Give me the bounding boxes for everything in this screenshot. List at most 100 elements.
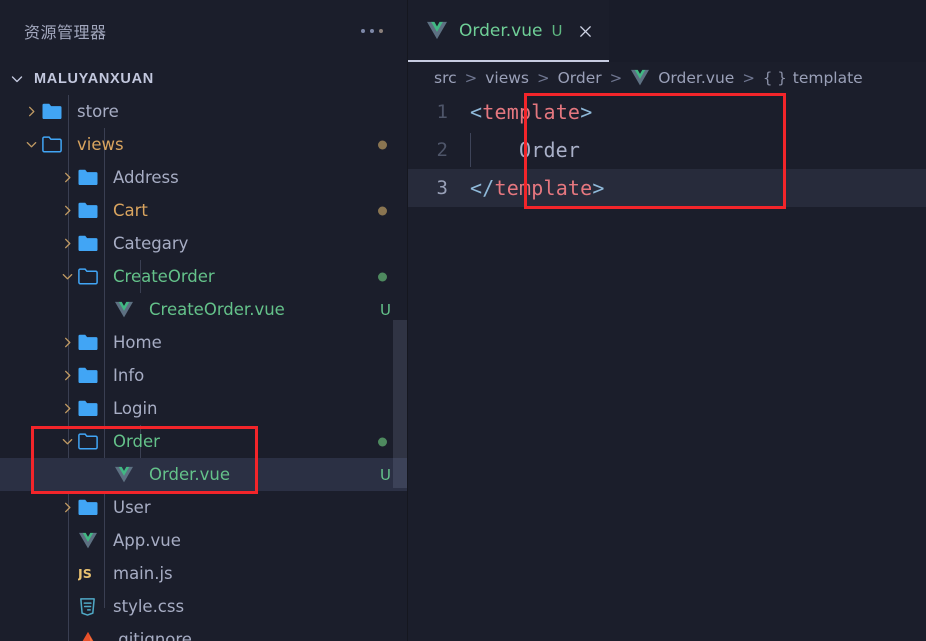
code-line[interactable]: 1 <template> [408, 93, 926, 131]
code-line[interactable]: 3 </template> [408, 169, 926, 207]
git-status-dot [378, 272, 387, 281]
tree-item-label: Info [113, 366, 145, 385]
chevron-down-icon [6, 62, 28, 95]
tree-item-label: views [77, 135, 124, 154]
code-text: </template> [470, 176, 605, 200]
tree-item-createorder[interactable]: CreateOrder [0, 260, 407, 293]
breadcrumb-label: views [485, 68, 529, 87]
tree-item-label: App.vue [113, 531, 181, 550]
folder-icon [78, 425, 104, 458]
tree-item-app-vue[interactable]: App.vue [0, 524, 407, 557]
breadcrumb-label: Order [557, 68, 602, 87]
tree-item-label: store [77, 102, 119, 121]
tree-item-order[interactable]: Order [0, 425, 407, 458]
tree-item-label: .gitignore [113, 630, 192, 641]
chevron-right-icon[interactable] [56, 227, 78, 260]
code-text: <template> [470, 100, 592, 124]
vscode-window: 资源管理器 MALUYANXUAN store views Address Cart C… [0, 0, 926, 641]
breadcrumb-label: template [792, 68, 863, 87]
explorer-title: 资源管理器 [24, 23, 107, 42]
code-indent-guide [470, 133, 471, 167]
vue-file-icon [114, 458, 140, 491]
explorer-sidebar: 资源管理器 MALUYANXUAN store views Address Cart C… [0, 0, 408, 641]
chevron-down-icon[interactable] [56, 260, 78, 293]
folder-icon [78, 392, 104, 425]
code-token: template [482, 100, 581, 124]
breadcrumb-item-order[interactable]: Order [558, 69, 602, 87]
chevron-right-icon[interactable] [20, 95, 42, 128]
tree-item-label: Login [113, 399, 158, 418]
tree-item-order-vue[interactable]: Order.vue U [0, 458, 407, 491]
workspace-root-label: MALUYANXUAN [34, 70, 154, 87]
braces-icon: { } [762, 68, 787, 87]
code-token: < [470, 100, 483, 124]
js-file-icon: JS [78, 557, 104, 590]
chevron-right-icon[interactable] [56, 161, 78, 194]
tab-label: Order.vue [459, 21, 543, 41]
editor-tab-bar: Order.vue U [408, 0, 926, 62]
tree-item-info[interactable]: Info [0, 359, 407, 392]
close-icon[interactable] [575, 21, 595, 41]
vue-icon [426, 21, 448, 41]
tree-item-login[interactable]: Login [0, 392, 407, 425]
tree-item-label: Categary [113, 234, 189, 253]
breadcrumb-item-template[interactable]: { } template [763, 69, 863, 87]
more-actions-icon[interactable] [357, 23, 387, 39]
code-editor[interactable]: 1 <template> 2 Order 3 </template> [408, 93, 926, 641]
breadcrumb-separator: > [609, 68, 623, 87]
code-token: > [592, 176, 605, 200]
chevron-down-icon[interactable] [56, 425, 78, 458]
code-token: </ [470, 176, 495, 200]
breadcrumb-item-views[interactable]: views [485, 69, 529, 87]
folder-icon [42, 95, 68, 128]
code-text: Order [470, 138, 580, 162]
breadcrumb-separator: > [742, 68, 755, 87]
sidebar-scrollbar[interactable] [393, 320, 407, 488]
tree-item-label: Order.vue [149, 465, 230, 484]
tab-order-vue[interactable]: Order.vue U [408, 0, 610, 62]
tab-status-badge: U [551, 22, 563, 40]
chevron-right-icon[interactable] [56, 326, 78, 359]
tree-item-style-css[interactable]: style.css [0, 590, 407, 623]
breadcrumb-item-src[interactable]: src [434, 69, 457, 87]
chevron-right-icon[interactable] [56, 392, 78, 425]
code-line[interactable]: 2 Order [408, 131, 926, 169]
breadcrumb-item-order-vue[interactable]: Order.vue [630, 69, 734, 87]
tree-item-home[interactable]: Home [0, 326, 407, 359]
folder-icon [42, 128, 68, 161]
tree-item-categary[interactable]: Categary [0, 227, 407, 260]
code-token: Order [470, 138, 581, 162]
folder-icon [78, 491, 104, 524]
git-status-badge: U [380, 465, 391, 484]
vue-file-icon [78, 524, 104, 557]
folder-icon [78, 260, 104, 293]
tree-item-label: Home [113, 333, 162, 352]
tree-item-address[interactable]: Address [0, 161, 407, 194]
chevron-right-icon[interactable] [56, 194, 78, 227]
tree-item-label: style.css [113, 597, 185, 616]
tree-item-gitignore[interactable]: .gitignore [0, 623, 407, 641]
tree-item-cart[interactable]: Cart [0, 194, 407, 227]
tree-item-main-js[interactable]: JS main.js [0, 557, 407, 590]
git-status-dot [378, 140, 387, 149]
tree-item-user[interactable]: User [0, 491, 407, 524]
tree-item-store[interactable]: store [0, 95, 407, 128]
chevron-down-icon[interactable] [20, 128, 42, 161]
chevron-right-icon[interactable] [56, 359, 78, 392]
chevron-right-icon[interactable] [56, 491, 78, 524]
line-number: 2 [436, 139, 448, 161]
vue-file-icon [114, 293, 140, 326]
line-number: 1 [436, 101, 448, 123]
workspace-root-row[interactable]: MALUYANXUAN [0, 62, 407, 95]
folder-icon [78, 194, 104, 227]
file-tree: store views Address Cart Categary CreateOrder… [0, 95, 407, 641]
folder-icon [78, 161, 104, 194]
tree-item-label: Order [113, 432, 160, 451]
tree-item-views[interactable]: views [0, 128, 407, 161]
tree-item-createorder-vue[interactable]: CreateOrder.vue U [0, 293, 407, 326]
breadcrumb-label: Order.vue [658, 68, 735, 87]
folder-icon [78, 227, 104, 260]
